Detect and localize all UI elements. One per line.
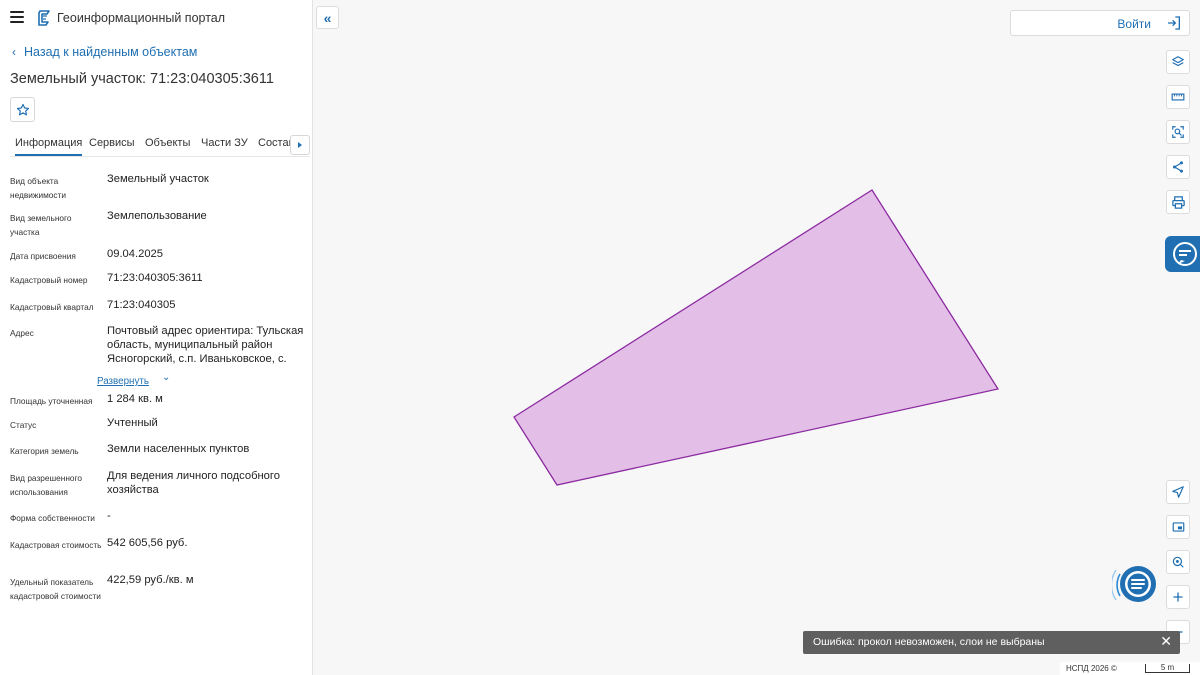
- field-value: 422,59 руб./кв. м: [107, 574, 194, 586]
- expand-address-link[interactable]: Развернуть: [97, 376, 149, 387]
- map-canvas[interactable]: [314, 0, 1200, 675]
- ruler-icon: [1171, 93, 1185, 101]
- field-value: 71:23:040305:3611: [107, 272, 203, 284]
- star-icon: [16, 103, 29, 115]
- chat-bot-button[interactable]: [1110, 560, 1162, 610]
- caret-right-icon: [298, 142, 302, 148]
- toast-message: Ошибка: прокол невозможен, слои не выбра…: [813, 636, 1045, 648]
- plus-icon: [1173, 592, 1183, 602]
- select-area-icon: [1172, 126, 1184, 138]
- login-label: Войти: [1117, 17, 1151, 31]
- top-bar: Геоинформационный портал: [0, 0, 312, 36]
- tab-composition[interactable]: Состав: [258, 137, 294, 149]
- portal-logo-icon: [38, 10, 50, 26]
- field-label: Дата присвоения: [10, 251, 76, 261]
- printer-icon: [1171, 195, 1185, 209]
- tabs-scroll-right-button[interactable]: [290, 135, 310, 155]
- close-icon[interactable]: ✕: [1160, 633, 1172, 650]
- chat-bubble-icon: [1110, 566, 1156, 602]
- minimap-button[interactable]: [1166, 515, 1190, 539]
- minimap-icon: [1172, 522, 1184, 532]
- map-footer: НСПД 2026 © 5 m: [1060, 662, 1200, 675]
- field-label: Вид объекта недвижимости: [10, 176, 66, 200]
- field-value: Почтовый адрес ориентира: Тульская облас…: [107, 325, 304, 365]
- sign-in-icon: [1168, 16, 1180, 30]
- tab-objects[interactable]: Объекты: [145, 137, 190, 149]
- field-value: Земли населенных пунктов: [107, 443, 250, 455]
- assistant-chat-icon: [1173, 242, 1197, 266]
- select-area-button[interactable]: [1166, 120, 1190, 144]
- field-value: 09.04.2025: [107, 248, 163, 260]
- error-toast: Ошибка: прокол невозможен, слои не выбра…: [803, 631, 1180, 654]
- field-label: Кадастровая стоимость: [10, 540, 102, 550]
- field-label: Вид разрешенного использования: [10, 473, 82, 497]
- parcel-layer: [513, 189, 1000, 486]
- share-button[interactable]: [1166, 155, 1190, 179]
- field-value: Земельный участок: [107, 173, 209, 185]
- field-label: Адрес: [10, 328, 34, 338]
- field-value: 71:23:040305: [107, 299, 176, 311]
- back-to-results-link[interactable]: ‹ Назад к найденным объектам: [12, 45, 197, 59]
- field-value: -: [107, 510, 111, 522]
- geolocation-button[interactable]: [1166, 550, 1190, 574]
- field-label: Кадастровый квартал: [10, 302, 94, 312]
- location-target-icon: [1172, 556, 1184, 568]
- favorite-button[interactable]: [10, 97, 35, 122]
- field-label: Площадь уточненная: [10, 396, 93, 406]
- field-value: Учтенный: [107, 417, 158, 429]
- layers-button[interactable]: [1166, 50, 1190, 74]
- field-value: 1 284 кв. м: [107, 393, 163, 405]
- field-label: Категория земель: [10, 446, 79, 456]
- back-link-label: Назад к найденным объектам: [24, 45, 198, 59]
- field-label: Статус: [10, 420, 37, 430]
- page-title: Земельный участок: 71:23:040305:3611: [10, 71, 274, 87]
- measure-button[interactable]: [1166, 85, 1190, 109]
- field-label: Форма собственности: [10, 513, 95, 523]
- copyright-label: НСПД 2026 ©: [1066, 664, 1117, 673]
- land-parcel-polygon[interactable]: [513, 189, 1000, 486]
- chevron-down-icon[interactable]: ⌄: [162, 372, 170, 383]
- collapse-panel-button[interactable]: «: [316, 6, 339, 29]
- field-value: Землепользование: [107, 210, 207, 222]
- login-button[interactable]: Войти: [1010, 10, 1190, 36]
- field-value: Для ведения личного подсобного хозяйства: [107, 470, 280, 496]
- field-value: 542 605,56 руб.: [107, 537, 188, 549]
- tab-info[interactable]: Информация: [15, 137, 83, 156]
- navigation-arrow-icon: [1172, 486, 1184, 498]
- info-panel: Геоинформационный портал ‹ Назад к найде…: [0, 0, 313, 675]
- locate-me-button[interactable]: [1166, 480, 1190, 504]
- app-title: Геоинформационный портал: [57, 11, 226, 25]
- scale-bar: 5 m: [1145, 664, 1190, 673]
- field-label: Кадастровый номер: [10, 275, 88, 285]
- field-label: Вид земельного участка: [10, 213, 72, 237]
- chevron-left-icon: ‹: [12, 45, 16, 59]
- tab-bar: Информация Сервисы Объекты Части ЗУ Сост…: [10, 133, 310, 157]
- tab-services[interactable]: Сервисы: [89, 137, 135, 149]
- zoom-in-button[interactable]: [1166, 585, 1190, 609]
- menu-icon[interactable]: [10, 11, 24, 23]
- print-button[interactable]: [1166, 190, 1190, 214]
- assistant-button[interactable]: [1165, 236, 1200, 272]
- layers-icon: [1172, 56, 1184, 67]
- tab-parcel-parts[interactable]: Части ЗУ: [201, 137, 248, 149]
- share-icon: [1172, 161, 1184, 173]
- field-label: Удельный показатель кадастровой стоимост…: [10, 577, 101, 601]
